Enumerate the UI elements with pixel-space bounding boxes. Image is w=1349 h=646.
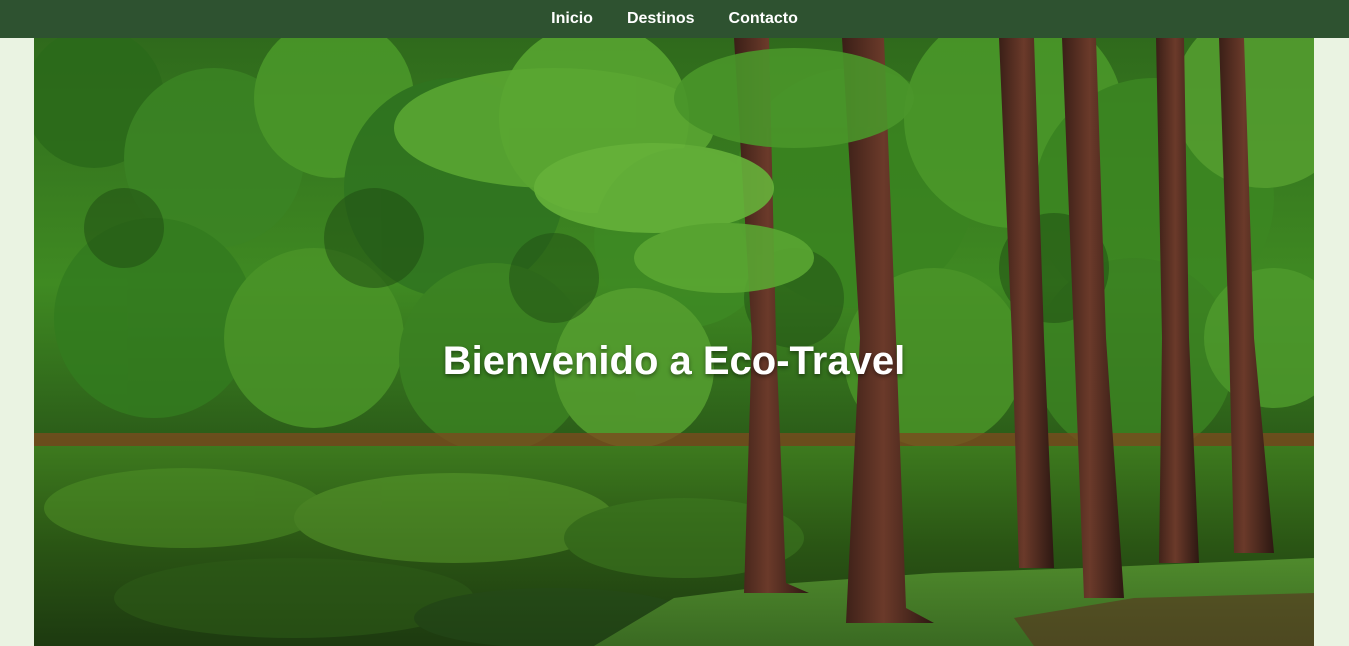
top-navigation: Inicio Destinos Contacto — [0, 0, 1349, 38]
nav-link-destinos[interactable]: Destinos — [627, 0, 695, 38]
hero-banner: Bienvenido a Eco-Travel — [34, 38, 1314, 646]
nav-link-inicio[interactable]: Inicio — [551, 0, 593, 38]
hero-title: Bienvenido a Eco-Travel — [442, 339, 906, 383]
nav-link-contacto[interactable]: Contacto — [729, 0, 798, 38]
